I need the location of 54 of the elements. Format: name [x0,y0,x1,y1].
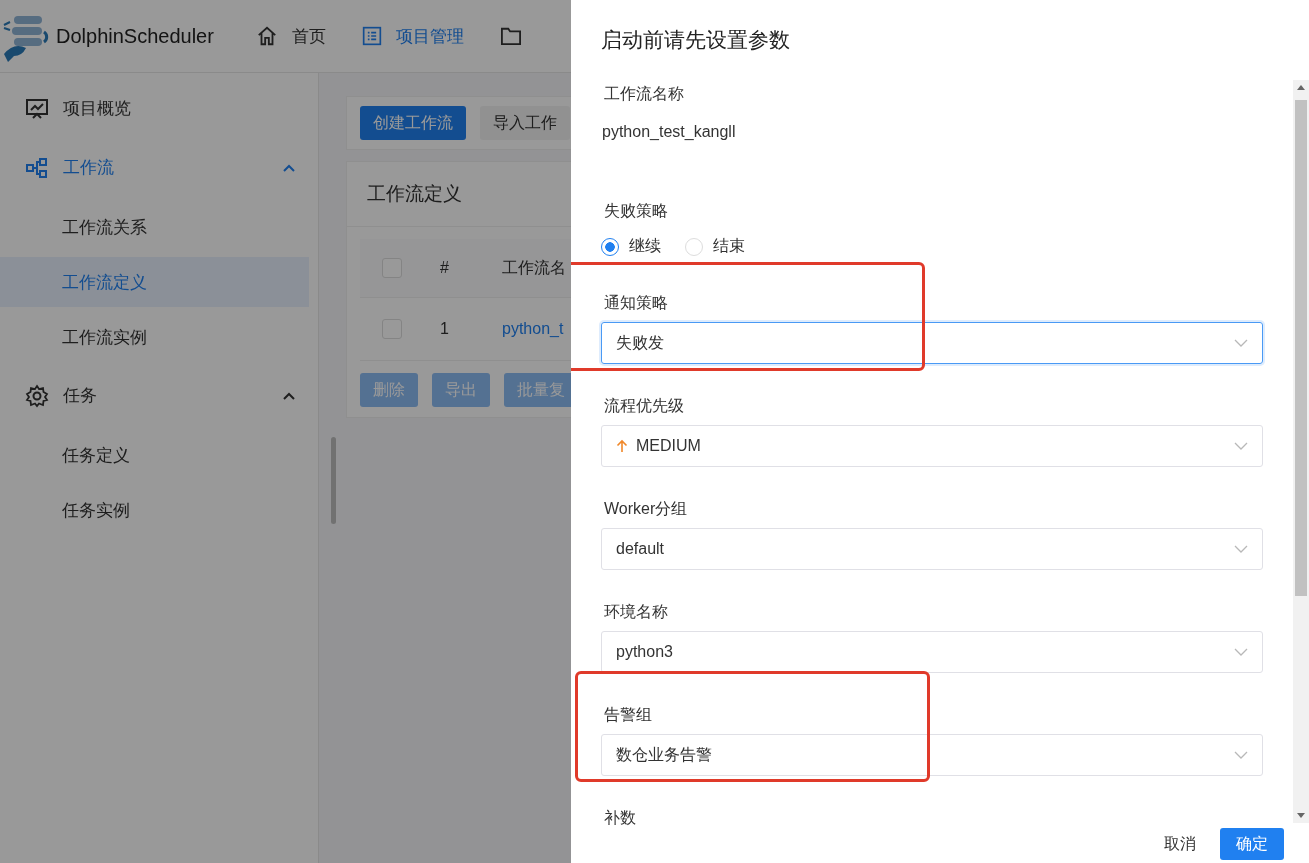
column-header: # [440,259,450,277]
chevron-icon [282,162,296,173]
scrollbar[interactable] [331,437,336,524]
toolbar-button[interactable]: 创建工作流 [360,106,466,140]
chevron-down-icon [1234,339,1248,347]
scrollbar[interactable] [1293,80,1309,823]
field-value: python_test_kangll [601,122,737,142]
chevron-icon [282,390,296,401]
folder-icon [499,26,522,46]
sidebar-item[interactable]: 任务实例 [0,485,309,535]
radio-option[interactable]: 结束 [685,236,745,257]
sidebar-item[interactable]: 工作流实例 [0,312,309,362]
field-label: 告警组 [603,705,653,725]
radio-option[interactable]: 继续 [601,236,661,257]
radio-button[interactable] [601,237,619,256]
scroll-up-icon[interactable] [1297,85,1305,90]
column-header: 工作流名 [502,257,566,278]
field-label: 工作流名称 [603,84,685,104]
field-label: 补数 [603,808,637,828]
sidebar-item[interactable]: 工作流关系 [0,202,309,252]
scroll-down-icon[interactable] [1297,813,1305,818]
field-label: 流程优先级 [603,396,685,416]
field-label: 环境名称 [603,602,669,622]
select-field[interactable]: python3 [601,631,1263,673]
field-label: Worker分组 [603,499,689,519]
nav-item[interactable]: 首页 [255,24,326,48]
arrow-up-icon [616,439,628,453]
select-field[interactable]: 数仓业务告警 [601,734,1263,776]
workflow-link[interactable]: python_t [502,320,564,338]
radio-label: 继续 [629,236,661,256]
chevron-down-icon [1234,545,1248,553]
monitor-icon [25,96,49,121]
settings-icon [25,383,49,408]
toolbar-button[interactable]: 导入工作 [480,106,570,140]
brand-name: DolphinScheduler [56,24,214,48]
select-field[interactable]: 失败发 [601,322,1263,364]
sidebar-item[interactable]: 任务定义 [0,430,309,480]
home-icon [255,25,278,47]
drawer-title: 启动前请先设置参数 [600,27,791,53]
sidebar-item[interactable]: 任务 [0,366,318,425]
radio-label: 结束 [713,236,745,256]
flow-icon [25,155,49,180]
select-field[interactable]: default [601,528,1263,570]
chevron-down-icon [1234,648,1248,656]
select-field[interactable]: MEDIUM [601,425,1263,467]
list-icon [361,26,382,46]
nav-item[interactable]: 项目管理 [361,24,464,48]
sidebar-item[interactable]: 项目概览 [0,79,318,138]
footer-button[interactable]: 确定 [1220,828,1284,860]
chevron-down-icon [1234,751,1248,759]
field-label: 通知策略 [603,293,669,313]
table-cell-text: 1 [440,320,450,338]
chevron-down-icon [1234,442,1248,450]
field-label: 失败策略 [603,201,669,221]
